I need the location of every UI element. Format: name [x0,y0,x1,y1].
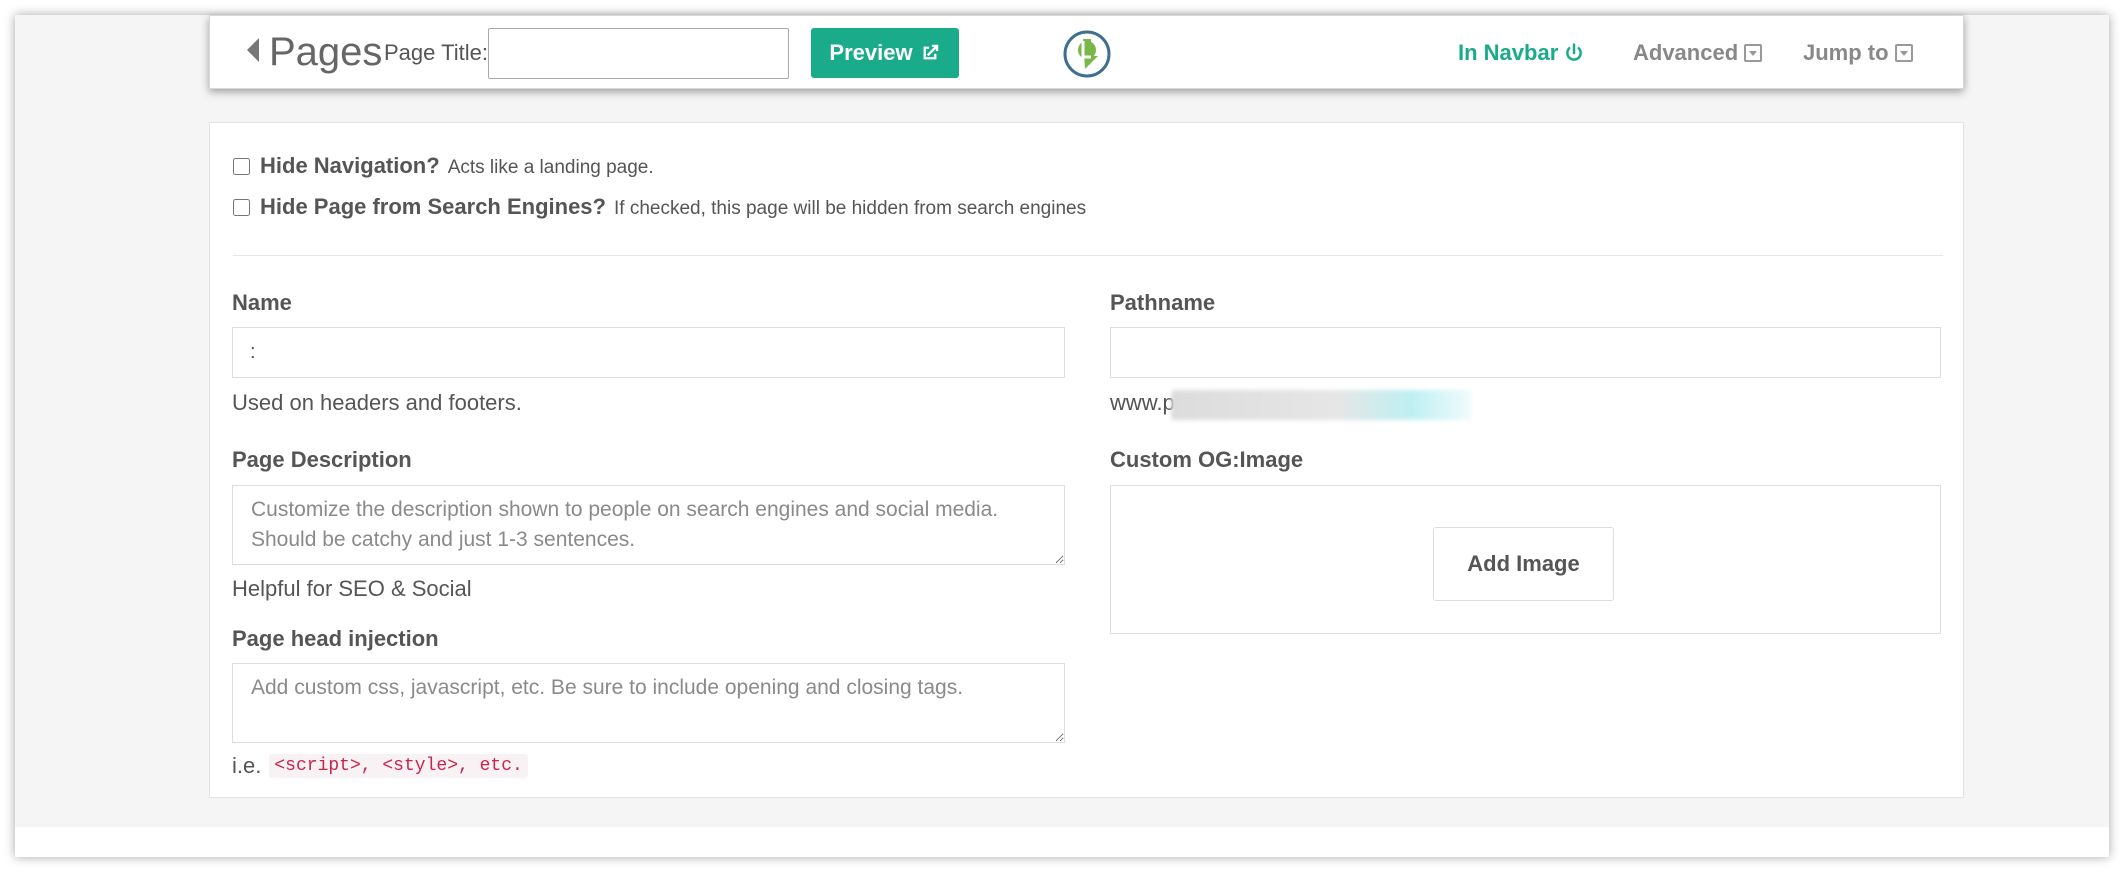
hide-navigation-option: Hide Navigation? Acts like a landing pag… [233,153,654,179]
in-navbar-label: In Navbar [1458,40,1559,65]
name-input[interactable] [232,327,1065,378]
name-help: Used on headers and footers. [232,390,522,415]
hide-search-label: Hide Page from Search Engines? [260,194,606,219]
head-help-prefix: i.e. [232,753,262,778]
pathname-url-preview: www.p [1110,390,1175,415]
jump-to-label: Jump to [1803,40,1889,65]
hide-navigation-label: Hide Navigation? [260,153,440,178]
page-description-label: Page Description [232,447,412,472]
page-editor-toolbar: Pages Page Title: Preview In Navbar Adva… [209,15,1964,89]
custom-og-image-label: Custom OG:Image [1110,447,1304,472]
hide-search-option: Hide Page from Search Engines? If checke… [233,194,1086,220]
chevron-left-icon[interactable] [247,38,259,62]
head-help-code: <script>, <style>, etc. [269,754,528,778]
hide-search-checkbox[interactable] [233,199,250,216]
advanced-dropdown[interactable]: Advanced [1633,40,1763,66]
preview-button-label: Preview [829,40,913,65]
page-description-help: Helpful for SEO & Social [232,576,472,601]
advanced-label: Advanced [1633,40,1739,65]
pathname-input[interactable] [1110,327,1941,378]
footer-band [15,827,2109,857]
caret-down-icon [1894,44,1913,62]
add-image-button[interactable]: Add Image [1433,527,1614,601]
brand-logo [1063,30,1111,78]
name-label: Name [232,290,292,315]
hide-navigation-checkbox[interactable] [233,158,250,175]
pathname-label: Pathname [1110,290,1216,315]
back-to-pages-link[interactable]: Pages [269,28,382,76]
external-link-icon [923,44,938,60]
page-head-injection-label: Page head injection [232,626,439,651]
page-title-label: Page Title: [384,40,488,65]
page-head-injection-textarea[interactable] [232,663,1065,743]
in-navbar-toggle[interactable]: In Navbar [1458,40,1584,66]
power-icon [1566,43,1583,61]
page-description-textarea[interactable] [232,485,1065,565]
hide-search-help: If checked, this page will be hidden fro… [613,198,1087,219]
jump-to-dropdown[interactable]: Jump to [1803,40,1913,66]
page-title-input[interactable] [488,28,789,79]
caret-down-icon [1744,44,1763,62]
divider [233,255,1943,256]
redacted-url [1171,390,1471,420]
page-head-injection-help: i.e. <script>, <style>, etc. [232,753,528,779]
preview-button[interactable]: Preview [811,28,959,78]
hide-navigation-help: Acts like a landing page. [447,157,654,178]
